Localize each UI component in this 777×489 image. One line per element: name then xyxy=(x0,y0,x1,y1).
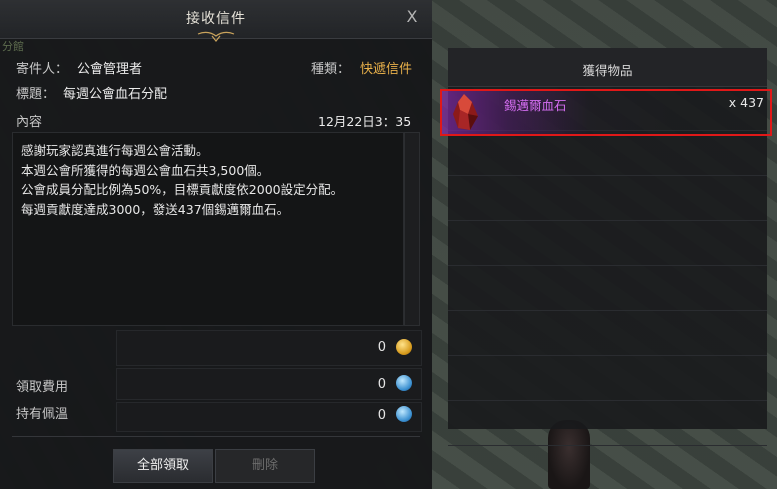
body-line: 感謝玩家認真進行每週公會活動。 xyxy=(21,143,209,158)
attachment-slot xyxy=(448,221,767,266)
sender-label: 寄件人： xyxy=(16,62,69,77)
attachment-header: 獲得物品 xyxy=(448,48,767,87)
type-value: 快遞信件 xyxy=(360,62,413,77)
fee-amount: 0 xyxy=(377,377,386,392)
claim-all-button[interactable]: 全部領取 xyxy=(113,449,213,483)
subject-value: 每週公會血石分配 xyxy=(63,87,168,102)
close-button[interactable]: X xyxy=(402,7,422,27)
content-label: 內容 xyxy=(16,115,43,130)
attachment-slot xyxy=(448,176,767,221)
mail-body: 感謝玩家認真進行每週公會活動。 本週公會所獲得的每週公會血石共3,500個。 公… xyxy=(12,132,404,326)
attachment-slot xyxy=(448,356,767,401)
fee-label: 領取費用 xyxy=(16,380,69,395)
attachment-slot xyxy=(448,401,767,446)
title-bar: 接收信件 X xyxy=(0,0,432,42)
held-amount: 0 xyxy=(377,408,386,423)
subject-label: 標題： xyxy=(16,87,56,102)
attachment-title: 獲得物品 xyxy=(582,63,633,78)
attachment-slot xyxy=(448,131,767,176)
attachment-slot xyxy=(448,266,767,311)
body-scrollbar[interactable] xyxy=(404,132,420,326)
attachment-slot xyxy=(448,311,767,356)
ornament-icon xyxy=(197,31,235,42)
blue-coin-icon xyxy=(396,375,412,391)
gold-amount: 0 xyxy=(377,340,386,355)
attachment-list xyxy=(448,86,767,446)
mail-window: 接收信件 X 分館 寄件人： 公會管理者 種類： 快遞信件 標題： 每週公會血石… xyxy=(0,0,432,489)
sender-value: 公會管理者 xyxy=(77,62,143,77)
divider xyxy=(12,436,420,437)
delete-button[interactable]: 刪除 xyxy=(215,449,315,483)
gold-coin-icon xyxy=(396,339,412,355)
held-label: 持有佩溫 xyxy=(16,407,69,422)
selection-highlight xyxy=(440,89,772,136)
mail-date: 12月22日3：35 xyxy=(318,114,412,129)
body-line: 本週公會所獲得的每週公會血石共3,500個。 xyxy=(21,162,270,178)
guild-tag: 分館 xyxy=(2,40,24,53)
body-line: 每週貢獻度達成3000，發送437個錫邁爾血石。 xyxy=(21,201,290,217)
body-line: 公會成員分配比例為50%，目標貢獻度依2000設定分配。 xyxy=(21,182,344,197)
type-label: 種類： xyxy=(311,62,351,77)
window-title: 接收信件 xyxy=(186,11,246,27)
blue-coin-icon xyxy=(396,406,412,422)
